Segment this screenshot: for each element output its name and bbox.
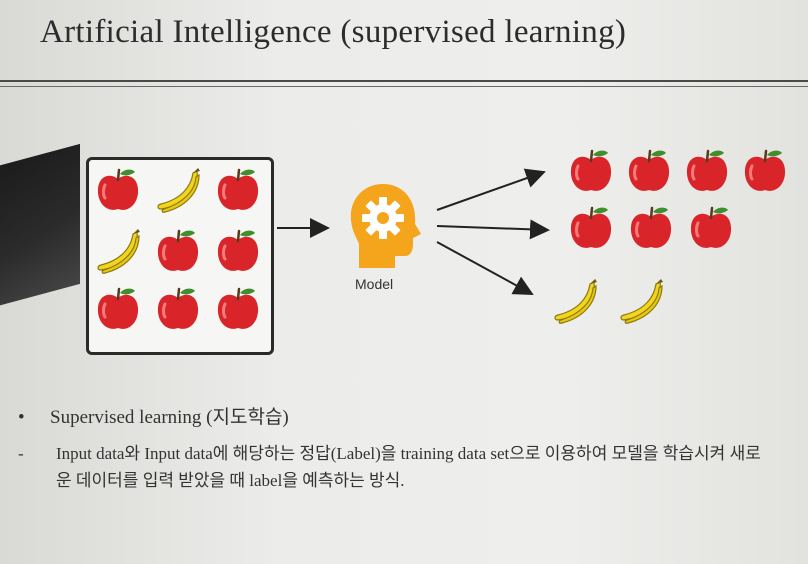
dash-marker: - [18,444,24,463]
output-arrow-bananas [436,241,534,295]
bullet-item-1: • Supervised learning (지도학습) [18,402,289,429]
model-label: Model [355,276,394,292]
bullet-text-1: Supervised learning (지도학습) [50,407,289,428]
bullet-marker: • [18,407,25,428]
bullet-text-2: Input data와 Input data에 해당하는 정답(Label)을 … [56,444,761,490]
output-arrow-apples-top [436,168,546,211]
output-arrow-apples-mid [436,219,550,240]
model-head-gear-icon [350,184,421,268]
